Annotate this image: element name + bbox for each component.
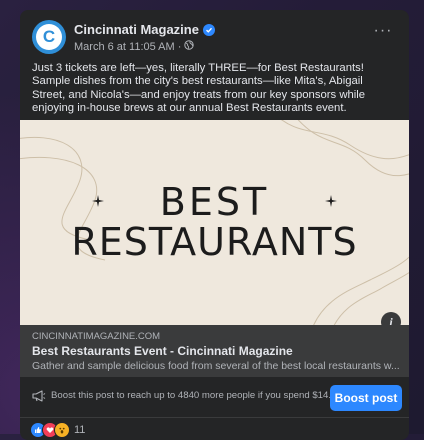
link-title: Best Restaurants Event - Cincinnati Maga…: [32, 344, 293, 358]
link-description: Gather and sample delicious food from se…: [32, 360, 400, 372]
boost-post-button[interactable]: Boost post: [330, 385, 402, 411]
post-text: Just 3 tickets are left—yes, literally T…: [32, 62, 366, 115]
wow-icon: [54, 422, 70, 438]
reaction-count: 11: [74, 424, 86, 436]
post-timestamp[interactable]: March 6 at 11:05 AM: [74, 41, 175, 53]
page-name: Cincinnati Magazine: [74, 22, 199, 37]
hero-title-line1: BEST: [159, 180, 270, 224]
verified-badge-icon: [202, 23, 215, 36]
globe-icon: [184, 40, 195, 53]
boost-text: Boost this post to reach up to 4840 more…: [51, 390, 332, 401]
page-name-link[interactable]: Cincinnati Magazine: [74, 22, 215, 37]
more-options-button[interactable]: ···: [371, 22, 395, 46]
post-meta: March 6 at 11:05 AM ·: [74, 40, 195, 53]
post-card: C Cincinnati Magazine March 6 at 11:05 A…: [20, 10, 409, 440]
meta-separator: ·: [177, 40, 182, 53]
info-icon[interactable]: i: [381, 312, 401, 325]
page-avatar[interactable]: C: [32, 20, 66, 54]
link-preview[interactable]: CINCINNATIMAGAZINE.COM Best Restaurants …: [20, 325, 409, 377]
boost-row: Boost this post to reach up to 4840 more…: [20, 377, 409, 418]
avatar-letter: C: [36, 24, 62, 50]
link-domain: CINCINNATIMAGAZINE.COM: [32, 331, 161, 342]
megaphone-icon: [32, 390, 46, 402]
hero-title-line2: RESTAURANTS: [71, 220, 358, 264]
reactions-summary[interactable]: 11: [30, 422, 85, 438]
post-image[interactable]: BEST RESTAURANTS i: [20, 120, 409, 325]
post-header: C Cincinnati Magazine March 6 at 11:05 A…: [32, 20, 397, 56]
